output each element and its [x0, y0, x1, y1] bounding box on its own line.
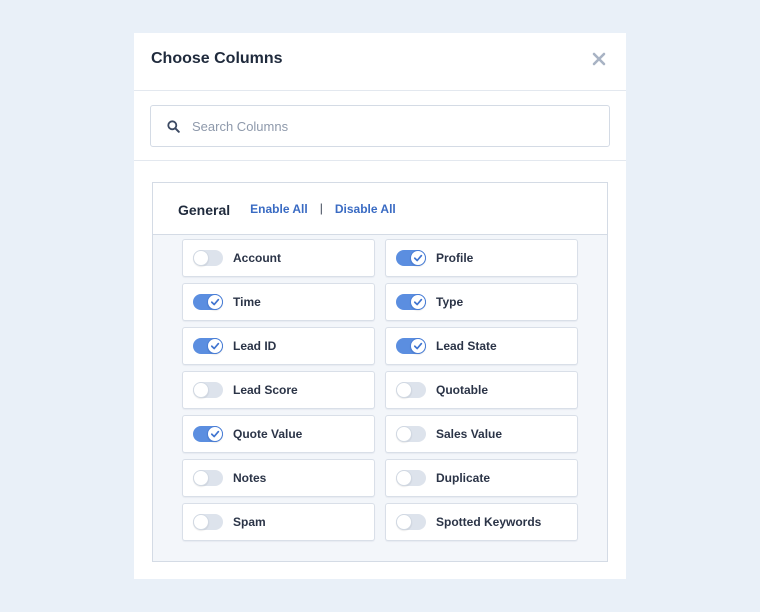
search-box[interactable]	[150, 105, 610, 147]
column-toggle-sales-value[interactable]: Sales Value	[385, 415, 578, 453]
column-toggle-label: Type	[436, 295, 464, 309]
column-toggle-account[interactable]: Account	[182, 239, 375, 277]
search-input[interactable]	[192, 118, 609, 134]
column-toggle-label: Spam	[233, 515, 266, 529]
disable-all-link[interactable]: Disable All	[335, 202, 396, 216]
check-icon	[413, 298, 423, 306]
toggle-knob	[410, 250, 426, 266]
column-toggle-spotted-keywords[interactable]: Spotted Keywords	[385, 503, 578, 541]
link-separator: |	[319, 200, 323, 215]
column-toggle-time[interactable]: Time	[182, 283, 375, 321]
column-toggle-lead-state[interactable]: Lead State	[385, 327, 578, 365]
column-toggle-duplicate[interactable]: Duplicate	[385, 459, 578, 497]
toggle-knob	[193, 250, 209, 266]
toggle-switch[interactable]	[396, 514, 426, 530]
toggle-switch[interactable]	[396, 426, 426, 442]
toggle-switch[interactable]	[396, 382, 426, 398]
toggle-knob	[396, 426, 412, 442]
column-toggle-label: Spotted Keywords	[436, 515, 542, 529]
column-toggle-label: Lead Score	[233, 383, 298, 397]
column-toggle-label: Quotable	[436, 383, 489, 397]
column-toggle-label: Quote Value	[233, 427, 303, 441]
modal-header: Choose Columns	[134, 33, 626, 91]
column-toggle-profile[interactable]: Profile	[385, 239, 578, 277]
toggle-knob	[193, 514, 209, 530]
close-button[interactable]	[590, 50, 608, 68]
modal-title: Choose Columns	[151, 50, 283, 67]
column-toggle-label: Sales Value	[436, 427, 503, 441]
column-toggle-lead-score[interactable]: Lead Score	[182, 371, 375, 409]
toggle-knob	[193, 382, 209, 398]
column-toggle-quotable[interactable]: Quotable	[385, 371, 578, 409]
toggle-switch[interactable]	[396, 338, 426, 354]
toggle-knob	[207, 338, 223, 354]
toggle-switch[interactable]	[193, 470, 223, 486]
column-toggle-type[interactable]: Type	[385, 283, 578, 321]
check-icon	[210, 430, 220, 438]
toggle-knob	[396, 514, 412, 530]
toggle-knob	[410, 338, 426, 354]
toggle-switch[interactable]	[193, 338, 223, 354]
toggle-switch[interactable]	[396, 250, 426, 266]
column-toggle-label: Notes	[233, 471, 267, 485]
column-toggle-label: Account	[233, 251, 281, 265]
column-toggle-quote-value[interactable]: Quote Value	[182, 415, 375, 453]
check-icon	[210, 342, 220, 350]
column-toggle-notes[interactable]: Notes	[182, 459, 375, 497]
toggle-switch[interactable]	[193, 250, 223, 266]
column-toggle-grid: Account Profile Time Type Lead ID Lead S…	[153, 235, 607, 541]
toggle-switch[interactable]	[396, 294, 426, 310]
column-toggle-label: Lead State	[436, 339, 497, 353]
close-icon	[592, 52, 606, 66]
toggle-switch[interactable]	[193, 426, 223, 442]
check-icon	[210, 298, 220, 306]
toggle-knob	[207, 426, 223, 442]
toggle-switch[interactable]	[193, 514, 223, 530]
group-header: General Enable All | Disable All	[153, 183, 607, 235]
column-toggle-label: Lead ID	[233, 339, 277, 353]
enable-all-link[interactable]: Enable All	[250, 202, 308, 216]
search-icon	[166, 119, 180, 133]
column-toggle-label: Duplicate	[436, 471, 491, 485]
check-icon	[413, 254, 423, 262]
toggle-switch[interactable]	[193, 382, 223, 398]
toggle-knob	[396, 470, 412, 486]
check-icon	[413, 342, 423, 350]
column-toggle-label: Time	[233, 295, 261, 309]
toggle-switch[interactable]	[193, 294, 223, 310]
toggle-knob	[193, 470, 209, 486]
group-title: General	[178, 201, 231, 218]
toggle-switch[interactable]	[396, 470, 426, 486]
toggle-knob	[396, 382, 412, 398]
column-toggle-lead-id[interactable]: Lead ID	[182, 327, 375, 365]
toggle-knob	[207, 294, 223, 310]
choose-columns-modal: Choose Columns General Enable All | Disa…	[134, 33, 626, 579]
column-group-general: General Enable All | Disable All Account…	[152, 182, 608, 562]
toggle-knob	[410, 294, 426, 310]
search-section	[134, 91, 626, 161]
column-toggle-label: Profile	[436, 251, 474, 265]
column-toggle-spam[interactable]: Spam	[182, 503, 375, 541]
